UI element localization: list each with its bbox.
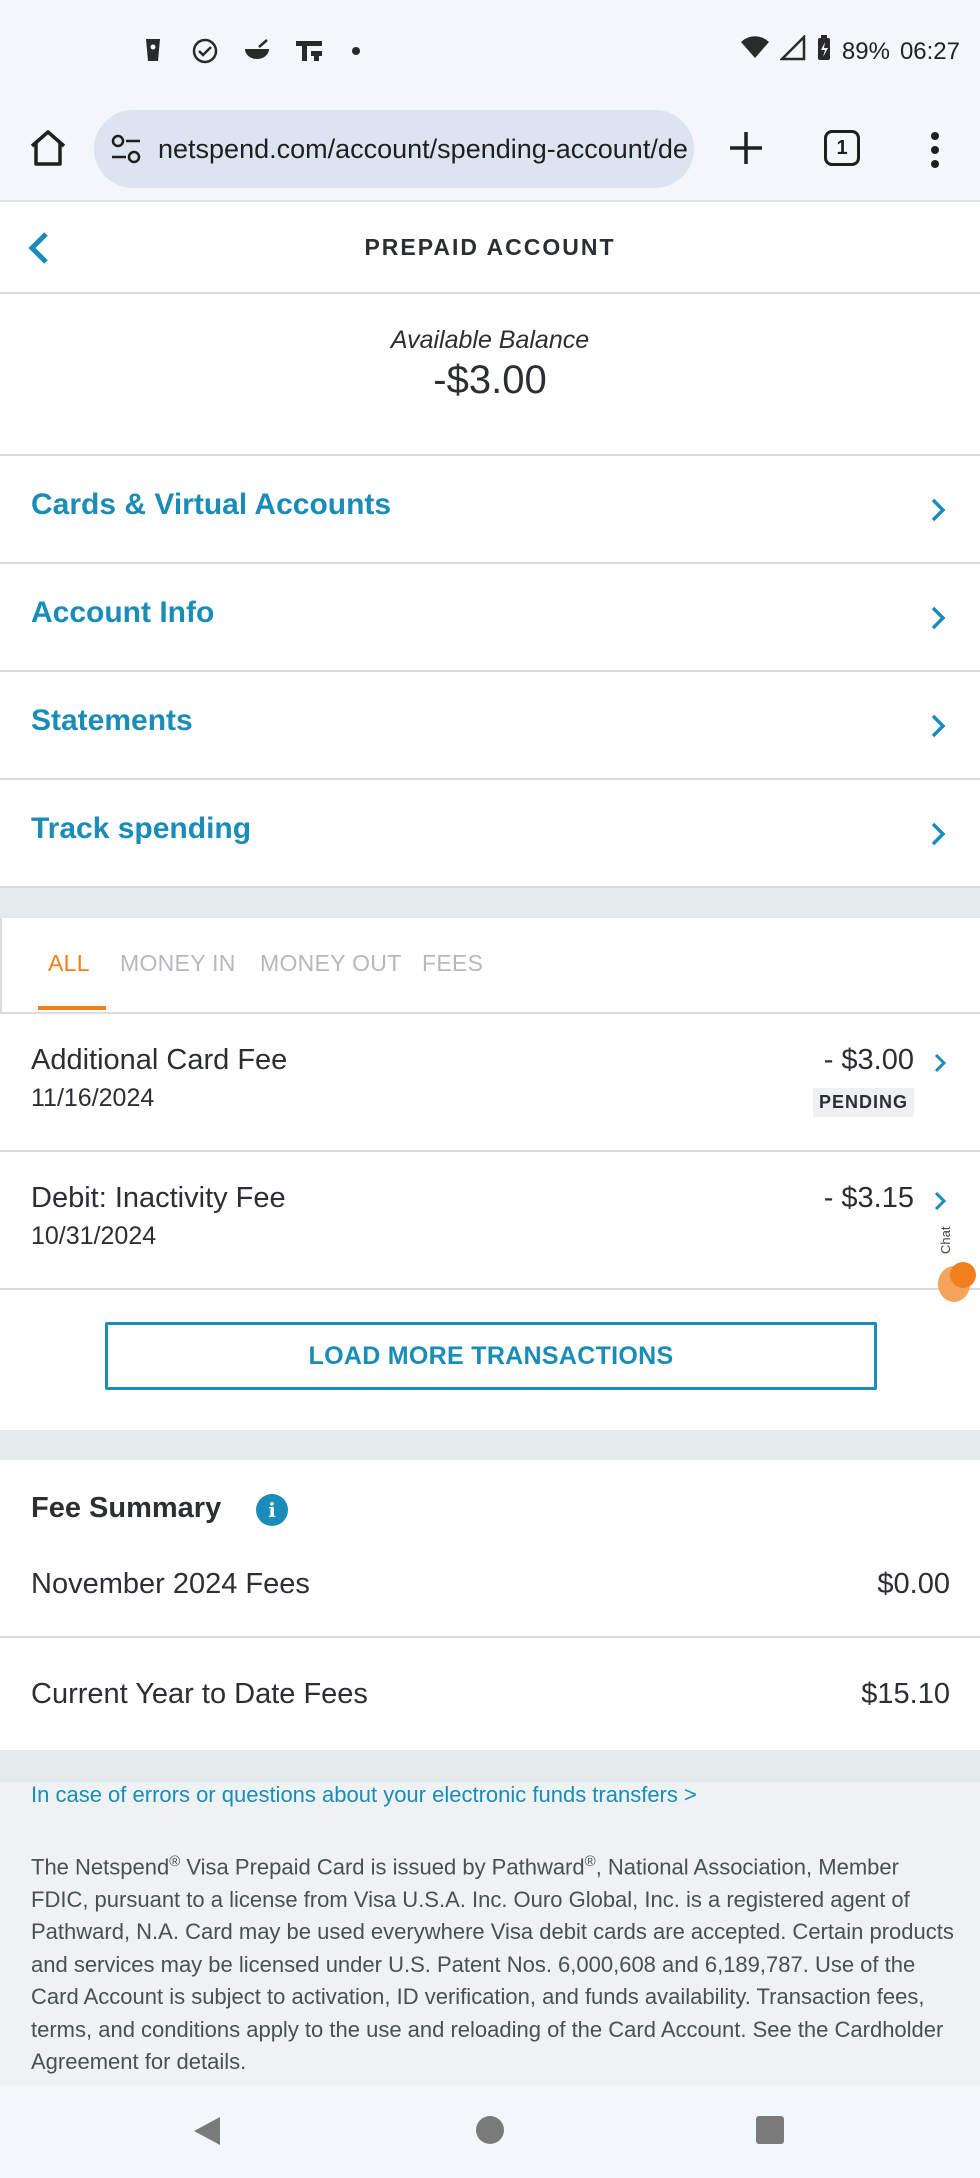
registered-mark: ® (584, 1853, 596, 1870)
transaction-name: Additional Card Fee (31, 1044, 288, 1076)
disclaimer-part: , National Association, Member FDIC, pur… (31, 1854, 954, 2075)
bowl-icon (242, 36, 272, 66)
plus-icon (730, 132, 762, 164)
transaction-tabs: ALL MONEY IN MONEY OUT FEES (0, 918, 980, 1014)
wifi-icon (740, 36, 770, 67)
nav-item-account-info[interactable]: Account Info (0, 564, 980, 672)
chevron-right-icon (934, 1191, 947, 1211)
system-nav-bar (0, 2086, 980, 2178)
disclaimer-part: Visa Prepaid Card is issued by Pathward (180, 1854, 585, 1880)
battery-level: 89% (841, 37, 890, 65)
transaction-date: 10/31/2024 (31, 1222, 157, 1250)
load-more-button[interactable]: LOAD MORE TRANSACTIONS (105, 1322, 877, 1390)
nav-item-label: Track spending (31, 812, 252, 845)
balance-label: Available Balance (390, 326, 590, 354)
fee-row: November 2024 Fees $0.00 (0, 1530, 980, 1638)
status-bar: 89% 06:27 (0, 0, 980, 106)
fee-label: November 2024 Fees (31, 1568, 310, 1600)
signal-icon (778, 33, 806, 68)
section-divider (0, 888, 980, 918)
fee-summary-title: Fee Summary (31, 1492, 222, 1524)
battery-icon (816, 34, 832, 69)
chat-widget[interactable]: Chat (934, 1224, 980, 1306)
transaction-row[interactable]: Debit: Inactivity Fee 10/31/2024 - $3.15 (0, 1152, 980, 1290)
info-icon[interactable]: i (256, 1494, 288, 1526)
fee-row: Current Year to Date Fees $15.10 (0, 1640, 980, 1748)
nav-item-label: Statements (31, 704, 193, 737)
nav-item-track-spending[interactable]: Track spending (0, 780, 980, 888)
chat-bubble-accent (950, 1262, 976, 1288)
notification-icons (138, 36, 360, 66)
tab-switcher-button[interactable]: 1 (824, 130, 860, 166)
site-settings-icon[interactable] (108, 131, 144, 167)
transaction-amount: - $3.15 (823, 1182, 914, 1214)
browser-menu-button[interactable] (920, 128, 950, 172)
transaction-row[interactable]: Additional Card Fee 11/16/2024 - $3.00 P… (0, 1014, 980, 1152)
home-circle-icon[interactable] (476, 2116, 504, 2144)
tab-fees[interactable]: FEES (422, 950, 483, 977)
transaction-date: 11/16/2024 (31, 1084, 155, 1112)
fee-summary: Fee Summary i November 2024 Fees $0.00 C… (0, 1460, 980, 1750)
tab-all[interactable]: ALL (48, 950, 90, 977)
account-nav-list: Cards & Virtual Accounts Account Info St… (0, 456, 980, 888)
efts-errors-link[interactable]: In case of errors or questions about you… (31, 1782, 697, 1808)
home-button[interactable] (26, 126, 70, 170)
address-bar[interactable]: netspend.com/account/spending-account/de (94, 110, 694, 188)
disclaimer-part: The Netspend (31, 1854, 170, 1880)
status-badge: PENDING (812, 1088, 914, 1117)
fee-label: Current Year to Date Fees (31, 1678, 368, 1710)
nav-item-cards[interactable]: Cards & Virtual Accounts (0, 456, 980, 564)
chevron-right-icon (931, 498, 946, 522)
check-circle-icon (190, 36, 220, 66)
page-header: PREPAID ACCOUNT (0, 204, 980, 294)
footer: In case of errors or questions about you… (0, 1782, 980, 2086)
balance-section: Available Balance -$3.00 (0, 296, 980, 456)
transaction-amount: - $3.00 (823, 1044, 914, 1076)
tab-money-in[interactable]: MONEY IN (120, 950, 236, 977)
new-tab-button[interactable] (724, 126, 768, 170)
registered-mark: ® (169, 1853, 181, 1870)
home-icon (30, 130, 66, 166)
fee-value: $0.00 (877, 1568, 950, 1600)
chat-label: Chat (938, 1226, 953, 1254)
nav-item-statements[interactable]: Statements (0, 672, 980, 780)
recents-square-icon[interactable] (756, 2116, 784, 2144)
balance-value: -$3.00 (433, 358, 547, 402)
clock: 06:27 (899, 37, 960, 65)
more-vert-icon (931, 132, 939, 168)
section-divider (0, 1430, 980, 1460)
more-notifications-dot (352, 47, 360, 55)
chevron-right-icon (931, 822, 946, 846)
chevron-right-icon (931, 714, 946, 738)
nav-item-label: Cards & Virtual Accounts (31, 488, 392, 521)
active-tab-indicator (38, 1006, 106, 1010)
legal-disclaimer: The Netspend® Visa Prepaid Card is issue… (31, 1846, 961, 2079)
page-title: PREPAID ACCOUNT (364, 234, 616, 260)
tab-money-out[interactable]: MONEY OUT (260, 950, 402, 977)
status-right: 89% 06:27 (740, 33, 960, 69)
section-divider (0, 1750, 980, 1782)
chevron-right-icon (934, 1053, 947, 1073)
text-app-icon (294, 36, 324, 66)
chevron-right-icon (931, 606, 946, 630)
back-triangle-icon[interactable] (190, 2114, 224, 2148)
browser-toolbar: netspend.com/account/spending-account/de… (0, 106, 980, 202)
fee-value: $15.10 (861, 1678, 950, 1710)
nav-item-label: Account Info (31, 596, 215, 629)
transaction-name: Debit: Inactivity Fee (31, 1182, 286, 1214)
cup-icon (138, 36, 168, 66)
url-text[interactable]: netspend.com/account/spending-account/de (158, 134, 688, 165)
